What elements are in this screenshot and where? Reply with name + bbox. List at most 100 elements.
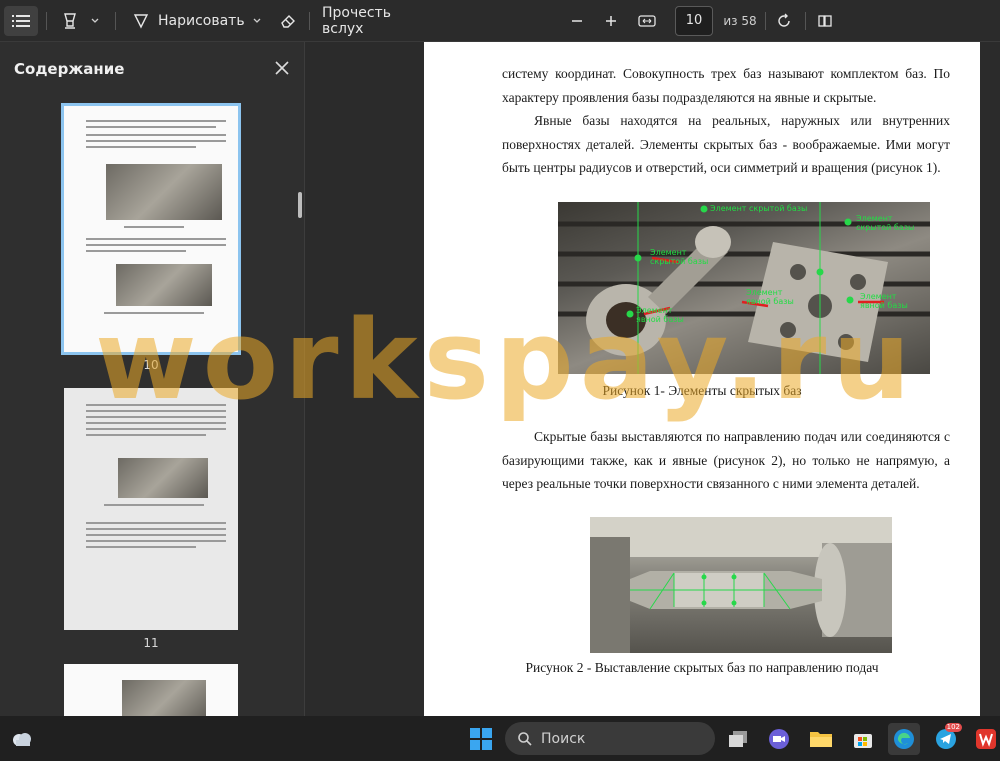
contents-sidebar: Содержание 10 11 <box>0 42 305 716</box>
highlighter-icon <box>61 12 79 30</box>
figure-label: Элемент скрытой базы <box>856 214 915 232</box>
task-view-button[interactable] <box>722 723 754 755</box>
figure-1-caption: Рисунок 1- Элементы скрытых баз <box>602 383 802 398</box>
thumbnail-text-line <box>86 244 226 246</box>
contents-toggle-button[interactable] <box>4 6 38 36</box>
start-button[interactable] <box>465 723 497 755</box>
draw-label: Нарисовать <box>158 13 245 29</box>
teams-app[interactable] <box>763 723 795 755</box>
page-view-button[interactable] <box>813 6 837 36</box>
edge-app[interactable] <box>888 723 920 755</box>
page-total-label: из 58 <box>723 14 757 28</box>
toolbar-separator <box>805 12 806 30</box>
erase-button[interactable] <box>275 6 301 36</box>
thumbnail-caption <box>104 312 204 314</box>
store-bag-icon <box>852 728 874 750</box>
fit-width-icon <box>638 14 656 28</box>
thumbnail-number: 10 <box>143 358 159 372</box>
rotate-button[interactable] <box>772 6 796 36</box>
chevron-down-icon <box>90 16 100 26</box>
figure-1-image: Элемент скрытой базы Элемент скрытой баз… <box>558 202 930 374</box>
folder-icon <box>809 729 833 749</box>
thumbnail-text-line <box>86 522 226 524</box>
telegram-app[interactable]: 102 <box>930 723 962 755</box>
thumbnail-text-line <box>86 428 226 430</box>
toolbar-separator <box>46 12 47 30</box>
chevron-down-icon <box>252 16 262 26</box>
zoom-in-button[interactable] <box>599 6 623 36</box>
sidebar-close-button[interactable] <box>270 56 294 80</box>
wps-app[interactable] <box>970 723 1000 755</box>
thumbnail-text-line <box>86 410 226 412</box>
thumbnail-text-line <box>86 416 226 418</box>
list-icon <box>12 14 30 28</box>
thumbnail-number: 11 <box>143 636 159 650</box>
plus-icon <box>604 14 618 28</box>
thumbnail-page-12[interactable] <box>64 664 238 716</box>
thumbnail-text-line <box>86 140 226 142</box>
thumbnail-text-line <box>86 528 226 530</box>
paragraph: Явные базы находятся на реальных, наружн… <box>502 113 950 175</box>
thumbnail-page-10[interactable] <box>61 103 241 355</box>
taskbar-search[interactable]: Поиск <box>505 722 715 755</box>
thumbnail-text-line <box>86 404 226 406</box>
thumbnail-text-line <box>86 120 226 122</box>
file-explorer-app[interactable] <box>805 723 837 755</box>
thumbnail-figure <box>106 164 222 220</box>
figure-label: Элемент явной базы <box>860 292 908 310</box>
draw-button[interactable]: Нарисовать <box>132 6 245 36</box>
two-page-icon <box>817 13 833 29</box>
sidebar-title: Содержание <box>14 60 125 78</box>
thumbnail-text-line <box>86 540 226 542</box>
thumbnail-text-line <box>86 546 196 548</box>
weather-cloud-icon <box>10 730 34 748</box>
document-page: системy координат. Совокупность трех баз… <box>424 42 980 716</box>
toolbar-separator <box>115 12 116 30</box>
store-app[interactable] <box>847 723 879 755</box>
highlight-button[interactable] <box>58 6 82 36</box>
fit-width-button[interactable] <box>634 6 660 36</box>
close-icon <box>270 56 294 80</box>
meet-icon <box>768 728 790 750</box>
document-viewer[interactable]: системy координат. Совокупность трех баз… <box>306 42 1000 716</box>
thumbnail-text-line <box>86 134 226 136</box>
thumbnail-page-11[interactable] <box>64 388 238 630</box>
figure-label: Элемент скрытой базы <box>710 204 808 213</box>
edge-browser-icon <box>893 728 915 750</box>
highlight-dropdown[interactable] <box>86 6 104 36</box>
figure-2-image <box>590 517 892 653</box>
windows-logo-icon <box>470 728 492 750</box>
taskbar: Поиск 102 <box>0 716 1000 761</box>
weather-widget[interactable] <box>6 723 38 755</box>
thumbnail-caption <box>124 226 184 228</box>
wps-office-icon <box>975 728 997 750</box>
thumbnail-text-line <box>86 126 216 128</box>
thumbnail-figure <box>116 264 212 306</box>
toolbar: Нарисовать Прочесть вслух 10 из 58 <box>0 0 1000 42</box>
read-aloud-button[interactable]: Прочесть вслух <box>322 5 426 37</box>
thumbnail-figure <box>118 458 208 498</box>
page-number-input[interactable]: 10 <box>675 6 713 36</box>
paragraph: системy координат. Совокупность трех баз… <box>502 66 950 105</box>
notification-badge: 102 <box>944 723 962 732</box>
search-label: Поиск <box>541 730 586 747</box>
thumbnail-caption <box>104 504 204 506</box>
figure-label: Элемент скрытой базы <box>650 248 709 266</box>
sidebar-scrollbar[interactable] <box>298 192 302 218</box>
minus-icon <box>570 14 584 28</box>
figure-label: Элемент явной базы <box>746 288 794 306</box>
search-icon <box>517 731 533 747</box>
draw-dropdown[interactable] <box>248 6 266 36</box>
toolbar-separator <box>309 12 310 30</box>
figure-label: Элемент явной базы <box>636 306 684 324</box>
thumbnail-text-line <box>86 534 226 536</box>
figure-2-caption: Рисунок 2 - Выставление скрытых баз по н… <box>525 660 879 675</box>
toolbar-separator <box>765 12 766 30</box>
eraser-icon <box>279 12 297 30</box>
zoom-out-button[interactable] <box>565 6 589 36</box>
thumbnail-figure <box>122 680 206 716</box>
rotate-icon <box>776 13 792 29</box>
thumbnail-text-line <box>86 146 196 148</box>
thumbnail-text-line <box>86 250 186 252</box>
paragraph: Скрытые базы выставляются по направлению… <box>502 429 950 491</box>
